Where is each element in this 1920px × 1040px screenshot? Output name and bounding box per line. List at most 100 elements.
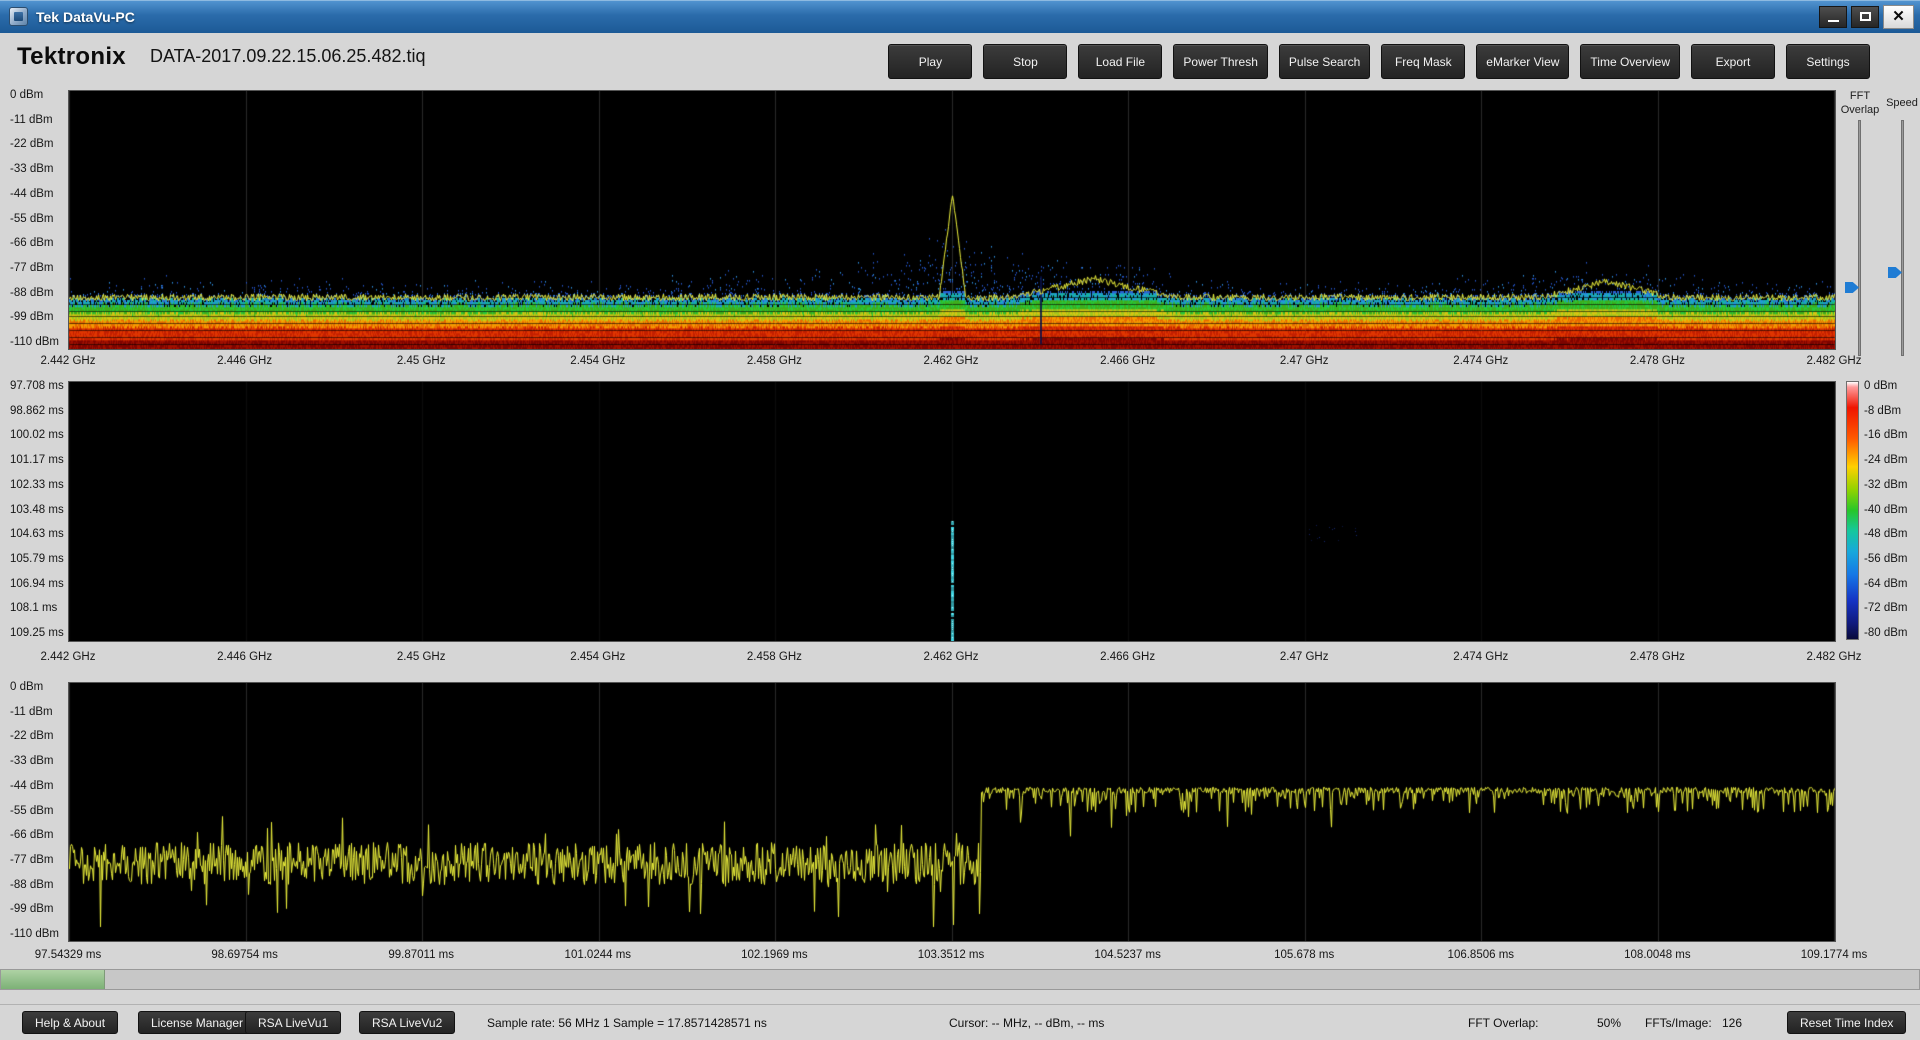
colorbar-power-tick: -32 dBm — [1864, 479, 1907, 491]
colorbar-power-tick: -8 dBm — [1864, 405, 1901, 417]
timetrace-power-tick: -22 dBm — [10, 730, 53, 742]
toolbar-button-pulse-search[interactable]: Pulse Search — [1279, 44, 1370, 79]
close-button[interactable]: ✕ — [1883, 5, 1914, 29]
fft-overlap-label-line1: FFT — [1836, 90, 1884, 104]
spectrum-freq-tick: 2.454 GHz — [570, 355, 625, 367]
time-scrollbar[interactable] — [0, 969, 1920, 990]
statusbar: Help & About License ManagerRSA LiveVu1 RS… — [0, 1004, 1920, 1040]
fft-overlap-readout-label: FFT Overlap: — [1468, 1016, 1538, 1030]
fft-overlap-readout-value: 50% — [1597, 1016, 1621, 1030]
timetrace-time-tick: 102.1969 ms — [741, 949, 808, 961]
statusbar-button-rsa-livevu1[interactable]: RSA LiveVu1 — [245, 1011, 341, 1034]
toolbar-button-load-file[interactable]: Load File — [1078, 44, 1162, 79]
ffts-per-image-value: 126 — [1722, 1016, 1742, 1030]
spectrum-power-tick: -88 dBm — [10, 287, 53, 299]
spectrum-freq-tick: 2.478 GHz — [1630, 355, 1685, 367]
time-trace-chart[interactable] — [68, 682, 1836, 942]
spectrum-freq-tick: 2.462 GHz — [924, 355, 979, 367]
spectrum-power-tick: -55 dBm — [10, 213, 53, 225]
timetrace-power-tick: -55 dBm — [10, 805, 53, 817]
timetrace-power-tick: -66 dBm — [10, 829, 53, 841]
window-controls: ✕ — [1819, 5, 1914, 29]
spectrum-power-tick: -44 dBm — [10, 188, 53, 200]
timetrace-time-tick: 109.1774 ms — [1801, 949, 1868, 961]
speed-slider-thumb[interactable] — [1888, 267, 1902, 278]
spectrogram-freq-tick: 2.454 GHz — [570, 651, 625, 663]
spectrum-freq-tick: 2.458 GHz — [747, 355, 802, 367]
timetrace-time-tick: 99.87011 ms — [388, 949, 454, 961]
toolbar-button-play[interactable]: Play — [888, 44, 972, 79]
app-icon — [9, 7, 28, 26]
spectrogram-time-tick: 98.862 ms — [10, 405, 64, 417]
minimize-button[interactable] — [1819, 6, 1847, 28]
toolbar-button-time-overview[interactable]: Time Overview — [1580, 44, 1680, 79]
statusbar-button-help-about[interactable]: Help & About — [22, 1011, 118, 1034]
spectrogram-time-tick: 105.79 ms — [10, 553, 64, 565]
spectrum-freq-tick: 2.47 GHz — [1280, 355, 1329, 367]
reset-time-index-button[interactable]: Reset Time Index — [1787, 1011, 1906, 1034]
colorbar-power-tick: 0 dBm — [1864, 380, 1897, 392]
spectrogram-time-tick: 100.02 ms — [10, 429, 64, 441]
minimize-icon — [1828, 20, 1839, 22]
spectrum-power-tick: -33 dBm — [10, 163, 53, 175]
spectrogram-freq-tick: 2.474 GHz — [1453, 651, 1508, 663]
timetrace-power-tick: -33 dBm — [10, 755, 53, 767]
timetrace-power-tick: -11 dBm — [10, 706, 53, 718]
spectrum-freq-tick: 2.466 GHz — [1100, 355, 1155, 367]
spectrogram-freq-tick: 2.478 GHz — [1630, 651, 1685, 663]
statusbar-button-license-manager[interactable]: License Manager — [138, 1011, 256, 1034]
spectrum-power-tick: -66 dBm — [10, 237, 53, 249]
spectrogram-time-tick: 102.33 ms — [10, 479, 64, 491]
spectrogram-freq-tick: 2.458 GHz — [747, 651, 802, 663]
loaded-filename: DATA-2017.09.22.15.06.25.482.tiq — [150, 46, 426, 67]
spectrogram-freq-tick: 2.442 GHz — [41, 651, 96, 663]
spectrogram-freq-tick: 2.482 GHz — [1807, 651, 1862, 663]
spectrum-power-tick: 0 dBm — [10, 89, 43, 101]
toolbar-button-settings[interactable]: Settings — [1786, 44, 1870, 79]
timetrace-time-tick: 104.5237 ms — [1094, 949, 1161, 961]
timetrace-time-tick: 98.69754 ms — [211, 949, 278, 961]
toolbar-button-stop[interactable]: Stop — [983, 44, 1067, 79]
cursor-readout: Cursor: -- MHz, -- dBm, -- ms — [949, 1016, 1104, 1030]
colorbar-power-tick: -16 dBm — [1864, 429, 1907, 441]
timetrace-power-tick: -110 dBm — [10, 928, 59, 940]
spectrum-freq-tick: 2.442 GHz — [41, 355, 96, 367]
statusbar-button-rsa-livevu2[interactable]: RSA LiveVu2 — [359, 1011, 455, 1034]
spectrum-power-tick: -99 dBm — [10, 311, 53, 323]
toolbar-button-export[interactable]: Export — [1691, 44, 1775, 79]
colorbar-power-tick: -40 dBm — [1864, 504, 1907, 516]
spectrogram-time-tick: 101.17 ms — [10, 454, 64, 466]
toolbar-button-emarker-view[interactable]: eMarker View — [1476, 44, 1569, 79]
fft-overlap-label-line2: Overlap — [1836, 104, 1884, 118]
titlebar: Tek DataVu-PC ✕ — [0, 0, 1920, 33]
close-icon: ✕ — [1892, 9, 1905, 24]
spectrogram-freq-tick: 2.446 GHz — [217, 651, 272, 663]
spectrogram-chart[interactable] — [68, 381, 1836, 642]
maximize-button[interactable] — [1851, 6, 1879, 28]
toolbar-button-power-thresh[interactable]: Power Thresh — [1173, 44, 1267, 79]
colorbar-power-tick: -72 dBm — [1864, 602, 1907, 614]
colorbar-power-tick: -24 dBm — [1864, 454, 1907, 466]
toolbar-button-freq-mask[interactable]: Freq Mask — [1381, 44, 1465, 79]
speed-slider[interactable] — [1901, 120, 1904, 356]
time-scrollbar-thumb[interactable] — [1, 970, 105, 989]
timetrace-time-tick: 97.54329 ms — [35, 949, 102, 961]
spectrum-power-tick: -110 dBm — [10, 336, 59, 348]
timetrace-time-tick: 108.0048 ms — [1624, 949, 1691, 961]
timetrace-power-tick: -77 dBm — [10, 854, 53, 866]
maximize-icon — [1860, 12, 1871, 21]
colorbar-power-tick: -48 dBm — [1864, 528, 1907, 540]
ffts-per-image-label: FFTs/Image: — [1645, 1016, 1712, 1030]
fft-overlap-slider-thumb[interactable] — [1845, 282, 1859, 293]
spectrogram-time-tick: 109.25 ms — [10, 627, 64, 639]
spectrum-power-tick: -22 dBm — [10, 138, 53, 150]
spectrum-persistence-chart[interactable] — [68, 90, 1836, 350]
spectrogram-time-tick: 103.48 ms — [10, 504, 64, 516]
fft-overlap-slider[interactable] — [1858, 120, 1861, 356]
app-window: Tek DataVu-PC ✕ Tektronix DATA-2017.09.2… — [0, 0, 1920, 1040]
spectrogram-freq-tick: 2.462 GHz — [924, 651, 979, 663]
speed-slider-label: Speed — [1880, 97, 1920, 111]
timetrace-power-tick: -44 dBm — [10, 780, 53, 792]
window-title: Tek DataVu-PC — [36, 9, 1819, 25]
spectrum-power-tick: -77 dBm — [10, 262, 53, 274]
